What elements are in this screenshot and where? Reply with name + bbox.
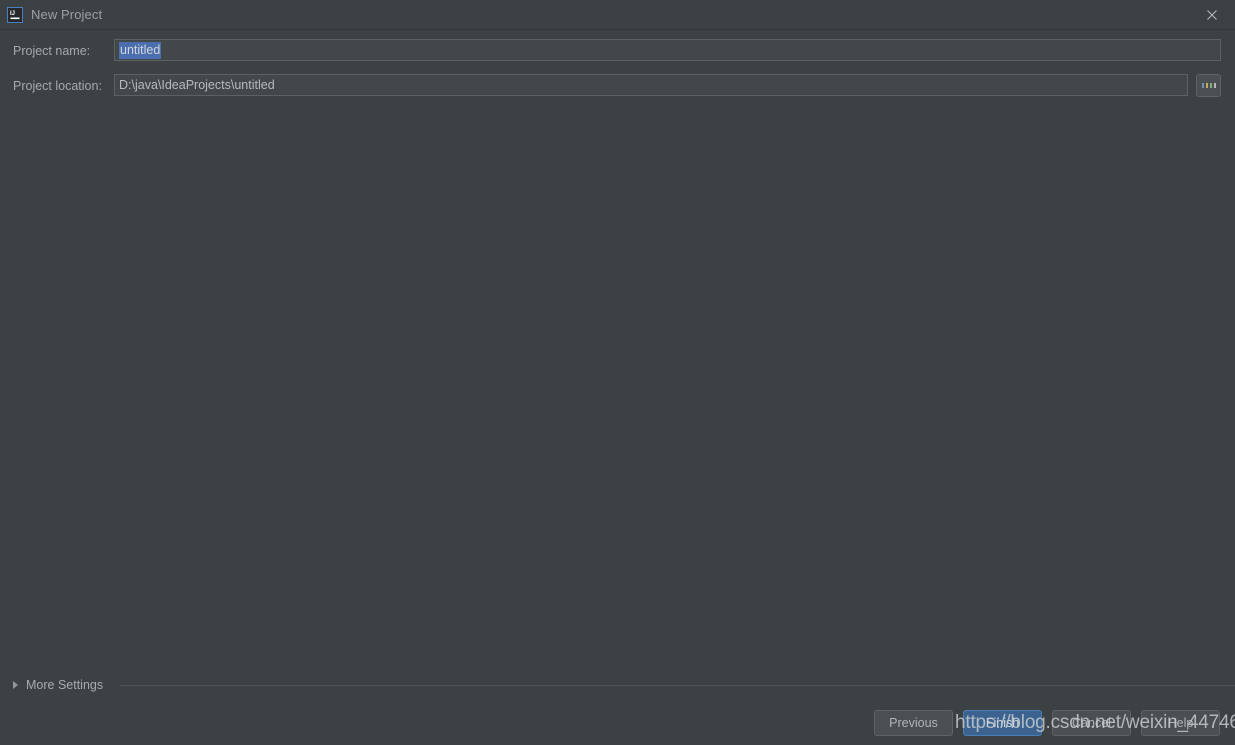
project-location-label: Project location: [13,79,102,93]
finish-button[interactable]: Finish [963,710,1042,736]
more-settings-toggle[interactable]: More Settings [13,678,103,692]
project-name-input[interactable]: untitled [114,39,1221,61]
project-name-label: Project name: [13,44,91,58]
project-name-value: untitled [119,41,162,59]
title-bar: IJ New Project [0,0,1235,30]
browse-location-button[interactable] [1196,74,1221,97]
close-icon[interactable] [1189,0,1235,30]
intellij-idea-icon: IJ [7,7,23,23]
project-location-value: D:\java\IdeaProjects\untitled [119,78,275,92]
svg-text:IJ: IJ [10,11,15,17]
cancel-button[interactable]: Cancel [1052,710,1131,736]
triangle-right-icon [13,681,18,689]
help-button[interactable]: Help [1141,710,1220,736]
more-settings-label: More Settings [26,678,104,692]
more-settings-divider [120,685,1235,686]
project-location-input[interactable]: D:\java\IdeaProjects\untitled [114,74,1188,96]
window-title: New Project [31,7,103,22]
ellipsis-icon [1201,83,1216,88]
previous-button[interactable]: Previous [874,710,953,736]
